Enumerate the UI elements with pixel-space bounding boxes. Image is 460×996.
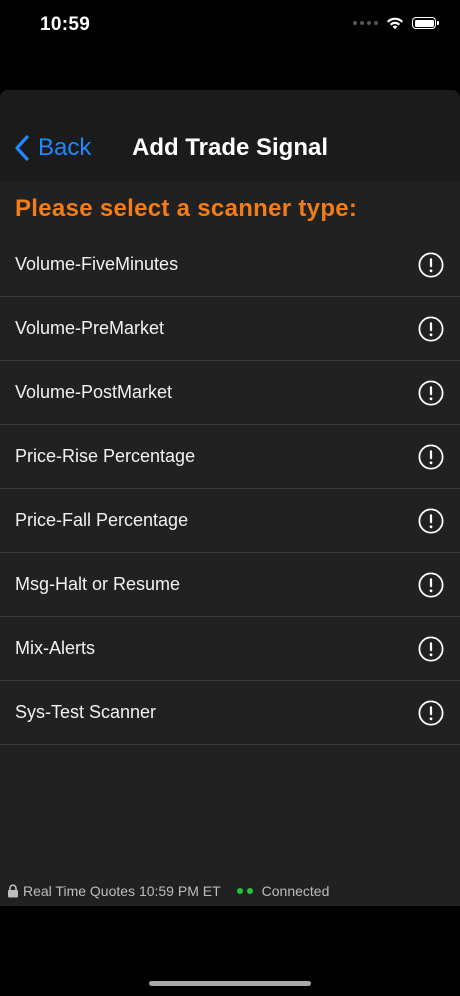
real-time-quotes-text: Real Time Quotes 10:59 PM ET [23,883,221,899]
status-bar: 10:59 [0,0,460,50]
scanner-row[interactable]: Sys-Test Scanner [0,681,460,745]
info-icon[interactable] [418,443,444,470]
scanner-label: Price-Rise Percentage [15,446,196,466]
battery-icon [412,17,439,29]
scanner-list: Volume-FiveMinutes Volume-PreMarket Volu… [0,233,460,745]
info-icon[interactable] [418,571,444,598]
scanner-label: Price-Fall Percentage [15,510,189,530]
home-indicator[interactable] [149,981,311,986]
scanner-row[interactable]: Volume-FiveMinutes [0,233,460,297]
app-container: Back Add Trade Signal Please select a sc… [0,90,460,906]
scanner-row[interactable]: Msg-Halt or Resume [0,553,460,617]
connection-status-text: Connected [261,883,330,899]
info-icon[interactable] [418,379,444,406]
scanner-label: Volume-FiveMinutes [15,254,179,274]
info-icon[interactable] [418,507,444,534]
status-icons [353,16,439,30]
scanner-label: Mix-Alerts [15,638,95,658]
scanner-row[interactable]: Mix-Alerts [0,617,460,681]
quote-status-footer: Real Time Quotes 10:59 PM ET Connected [0,876,460,906]
info-icon[interactable] [418,635,444,662]
scanner-label: Volume-PreMarket [15,318,165,338]
screen: 10:59 Back Add Trade Signal Please selec… [0,0,460,996]
page-title: Add Trade Signal [131,134,329,161]
scanner-row[interactable]: Price-Fall Percentage [0,489,460,553]
info-icon[interactable] [418,699,444,726]
wifi-icon [387,17,403,30]
info-icon[interactable] [418,315,444,342]
scanner-row[interactable]: Volume-PostMarket [0,361,460,425]
scanner-row[interactable]: Volume-PreMarket [0,297,460,361]
scanner-label: Msg-Halt or Resume [15,574,181,594]
connection-status-icon [236,888,253,894]
scanner-type-prompt: Please select a scanner type: [15,195,358,222]
navigation-bar: Back Add Trade Signal [0,90,460,182]
scanner-row[interactable]: Price-Rise Percentage [0,425,460,489]
cellular-signal-icon [353,21,378,25]
status-time: 10:59 [40,14,91,35]
scanner-label: Sys-Test Scanner [15,702,157,722]
scanner-label: Volume-PostMarket [15,382,173,402]
info-icon[interactable] [418,251,444,278]
lock-icon [8,884,18,898]
